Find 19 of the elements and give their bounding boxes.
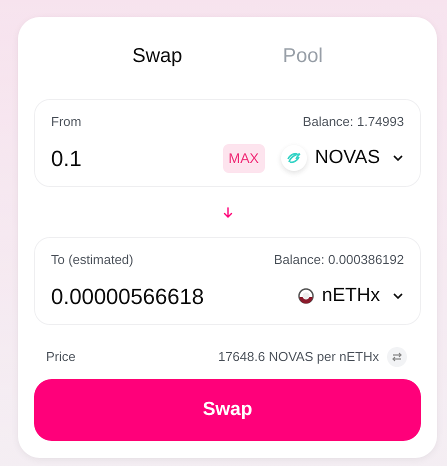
tab[interactable]: Swap (122, 37, 192, 75)
panel-label: From (51, 113, 82, 131)
token-selector[interactable]: NOVAS (280, 144, 404, 172)
token-icon (280, 145, 307, 171)
price-value: 17648.6 NOVAS per nETHx (218, 348, 379, 366)
chevron-down-icon (392, 292, 404, 300)
amount-field[interactable]: 0.00000566618 (51, 280, 251, 312)
swap-direction-button[interactable] (387, 347, 407, 367)
balance-text: Balance: 0.000386192 (274, 251, 404, 269)
token-selector[interactable]: nETHx (298, 282, 404, 310)
panel-label: To (estimated) (51, 251, 134, 269)
amount-field[interactable]: 0.1 (51, 142, 221, 174)
swap-arrows-icon (391, 351, 403, 363)
price-label: Price (46, 348, 76, 366)
token-icon (298, 288, 314, 304)
arrow-down-icon (222, 206, 232, 218)
chevron-down-icon (392, 154, 404, 162)
swap-button[interactable]: Swap (34, 379, 421, 441)
balance-text: Balance: 1.74993 (302, 113, 404, 131)
